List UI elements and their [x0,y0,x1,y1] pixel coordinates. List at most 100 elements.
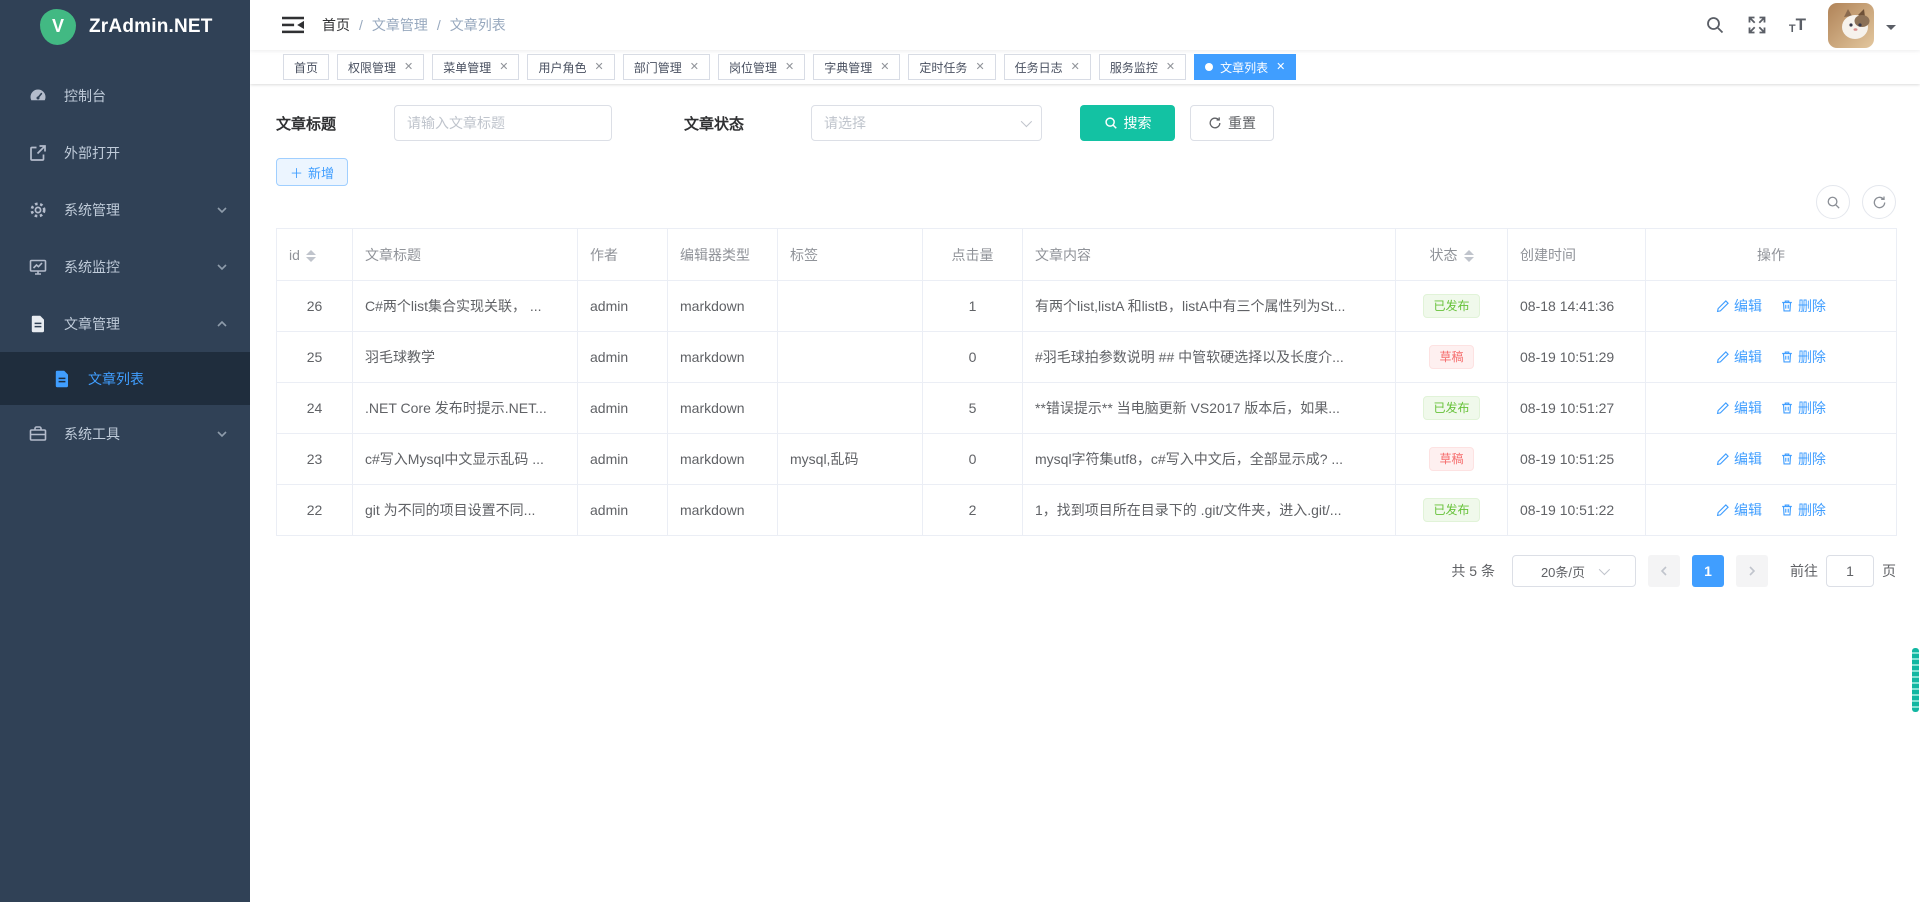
delete-button[interactable]: 删除 [1780,449,1826,469]
tab-article-list[interactable]: 文章列表✕ [1194,54,1296,80]
edit-icon [1716,350,1730,364]
cell-tag [778,485,923,536]
delete-button[interactable]: 删除 [1780,347,1826,367]
tab-close-icon[interactable]: ✕ [1166,62,1175,73]
collapse-sidebar-icon[interactable] [282,14,304,36]
search-icon[interactable] [1705,15,1725,35]
add-button[interactable]: ＋ 新增 [276,158,348,186]
table-header-row: id 文章标题 作者 编辑器类型 标签 点击量 文章内容 状态 创建时间 操作 [277,229,1897,281]
cell-actions: 编辑 删除 [1646,332,1897,383]
article-status-select[interactable]: 请选择 [811,105,1042,141]
table-row: 23 c#写入Mysql中文显示乱码 ... admin markdown my… [277,434,1897,485]
article-title-input[interactable] [394,105,612,141]
tab-dict-manage[interactable]: 字典管理✕ [813,54,900,80]
avatar[interactable] [1828,3,1874,48]
sidebar-item-external-open[interactable]: 外部打开 [0,124,250,181]
font-size-icon[interactable]: TT [1789,15,1806,35]
cell-actions: 编辑 删除 [1646,434,1897,485]
status-badge: 草稿 [1429,345,1473,369]
page-size-select[interactable]: 20条/页 [1512,555,1636,587]
cell-editor: markdown [668,332,778,383]
cell-title: 羽毛球教学 [353,332,578,383]
tab-menu-manage[interactable]: 菜单管理✕ [432,54,519,80]
edit-button[interactable]: 编辑 [1716,296,1762,316]
edit-button[interactable]: 编辑 [1716,347,1762,367]
cell-title: git 为不同的项目设置不同... [353,485,578,536]
sort-icon[interactable] [1464,250,1474,262]
reset-button[interactable]: 重置 [1190,105,1274,141]
avatar-dropdown-caret-icon[interactable] [1886,25,1896,35]
status-badge: 已发布 [1423,294,1479,318]
tab-dept-manage[interactable]: 部门管理✕ [623,54,710,80]
page-number-1[interactable]: 1 [1692,555,1724,587]
search-icon [1826,195,1841,210]
sidebar-item-article-list[interactable]: 文章列表 [0,352,250,405]
sidebar-item-system-tools[interactable]: 系统工具 [0,405,250,462]
table-tools [1816,185,1896,219]
show-search-button[interactable] [1816,185,1850,219]
breadcrumb-home[interactable]: 首页 [322,15,350,35]
tab-close-icon[interactable]: ✕ [975,62,984,73]
breadcrumb-article-manage[interactable]: 文章管理 [372,15,428,35]
trash-icon [1780,503,1794,517]
tab-close-icon[interactable]: ✕ [690,62,699,73]
sidebar-item-label: 文章列表 [88,369,144,389]
cell-clicks: 0 [923,332,1023,383]
chevron-up-icon [216,318,228,330]
edit-button[interactable]: 编辑 [1716,398,1762,418]
sidebar-item-system-manage[interactable]: 系统管理 [0,181,250,238]
goto-page-input[interactable] [1826,555,1874,587]
pagination-total: 共 5 条 [1451,561,1495,581]
breadcrumb-separator: / [437,17,441,33]
col-id[interactable]: id [277,229,353,281]
cell-tag [778,383,923,434]
sidebar-item-dashboard[interactable]: 控制台 [0,67,250,124]
delete-button[interactable]: 删除 [1780,398,1826,418]
col-author: 作者 [578,229,668,281]
logo-icon: V [40,9,76,45]
app-title: ZrAdmin.NET [89,16,213,38]
sidebar-item-system-monitor[interactable]: 系统监控 [0,238,250,295]
tab-close-icon[interactable]: ✕ [595,62,604,73]
refresh-table-button[interactable] [1862,185,1896,219]
edit-button[interactable]: 编辑 [1716,500,1762,520]
col-tag: 标签 [778,229,923,281]
tab-close-icon[interactable]: ✕ [1071,62,1080,73]
pagination-jumper: 前往 页 [1790,555,1896,587]
fullscreen-icon[interactable] [1747,15,1767,35]
tab-close-icon[interactable]: ✕ [404,62,413,73]
sidebar-item-label: 系统管理 [64,200,120,220]
search-button[interactable]: 搜索 [1080,105,1175,141]
tab-permission-manage[interactable]: 权限管理✕ [337,54,424,80]
sort-icon[interactable] [306,250,316,262]
cell-id: 24 [277,383,353,434]
sidebar-item-label: 外部打开 [64,143,120,163]
tab-post-manage[interactable]: 岗位管理✕ [718,54,805,80]
next-page-button[interactable] [1736,555,1768,587]
sidebar-item-article-manage[interactable]: 文章管理 [0,295,250,352]
tab-close-icon[interactable]: ✕ [1276,62,1285,73]
breadcrumb: 首页 / 文章管理 / 文章列表 [322,15,506,35]
col-status[interactable]: 状态 [1396,229,1508,281]
cell-content: 1，找到项目所在目录下的 .git/文件夹，进入.git/... [1023,485,1396,536]
tab-close-icon[interactable]: ✕ [499,62,508,73]
sidebar-menu: 控制台 外部打开 系统管理 系统监控 [0,67,250,462]
tab-task-log[interactable]: 任务日志✕ [1004,54,1091,80]
tab-service-monitor[interactable]: 服务监控✕ [1099,54,1186,80]
tab-home[interactable]: 首页 [283,54,329,80]
vertical-scrollbar-thumb[interactable] [1912,648,1919,712]
app-logo[interactable]: V ZrAdmin.NET [0,0,250,53]
cell-status: 草稿 [1396,332,1508,383]
tab-cron-task[interactable]: 定时任务✕ [908,54,995,80]
delete-button[interactable]: 删除 [1780,500,1826,520]
tab-close-icon[interactable]: ✕ [880,62,889,73]
table-row: 24 .NET Core 发布时提示.NET... admin markdown… [277,383,1897,434]
prev-page-button[interactable] [1648,555,1680,587]
delete-button[interactable]: 删除 [1780,296,1826,316]
edit-button[interactable]: 编辑 [1716,449,1762,469]
tab-close-icon[interactable]: ✕ [785,62,794,73]
tab-user-role[interactable]: 用户角色✕ [527,54,614,80]
cell-title: .NET Core 发布时提示.NET... [353,383,578,434]
chevron-down-icon [216,204,228,216]
col-content: 文章内容 [1023,229,1396,281]
